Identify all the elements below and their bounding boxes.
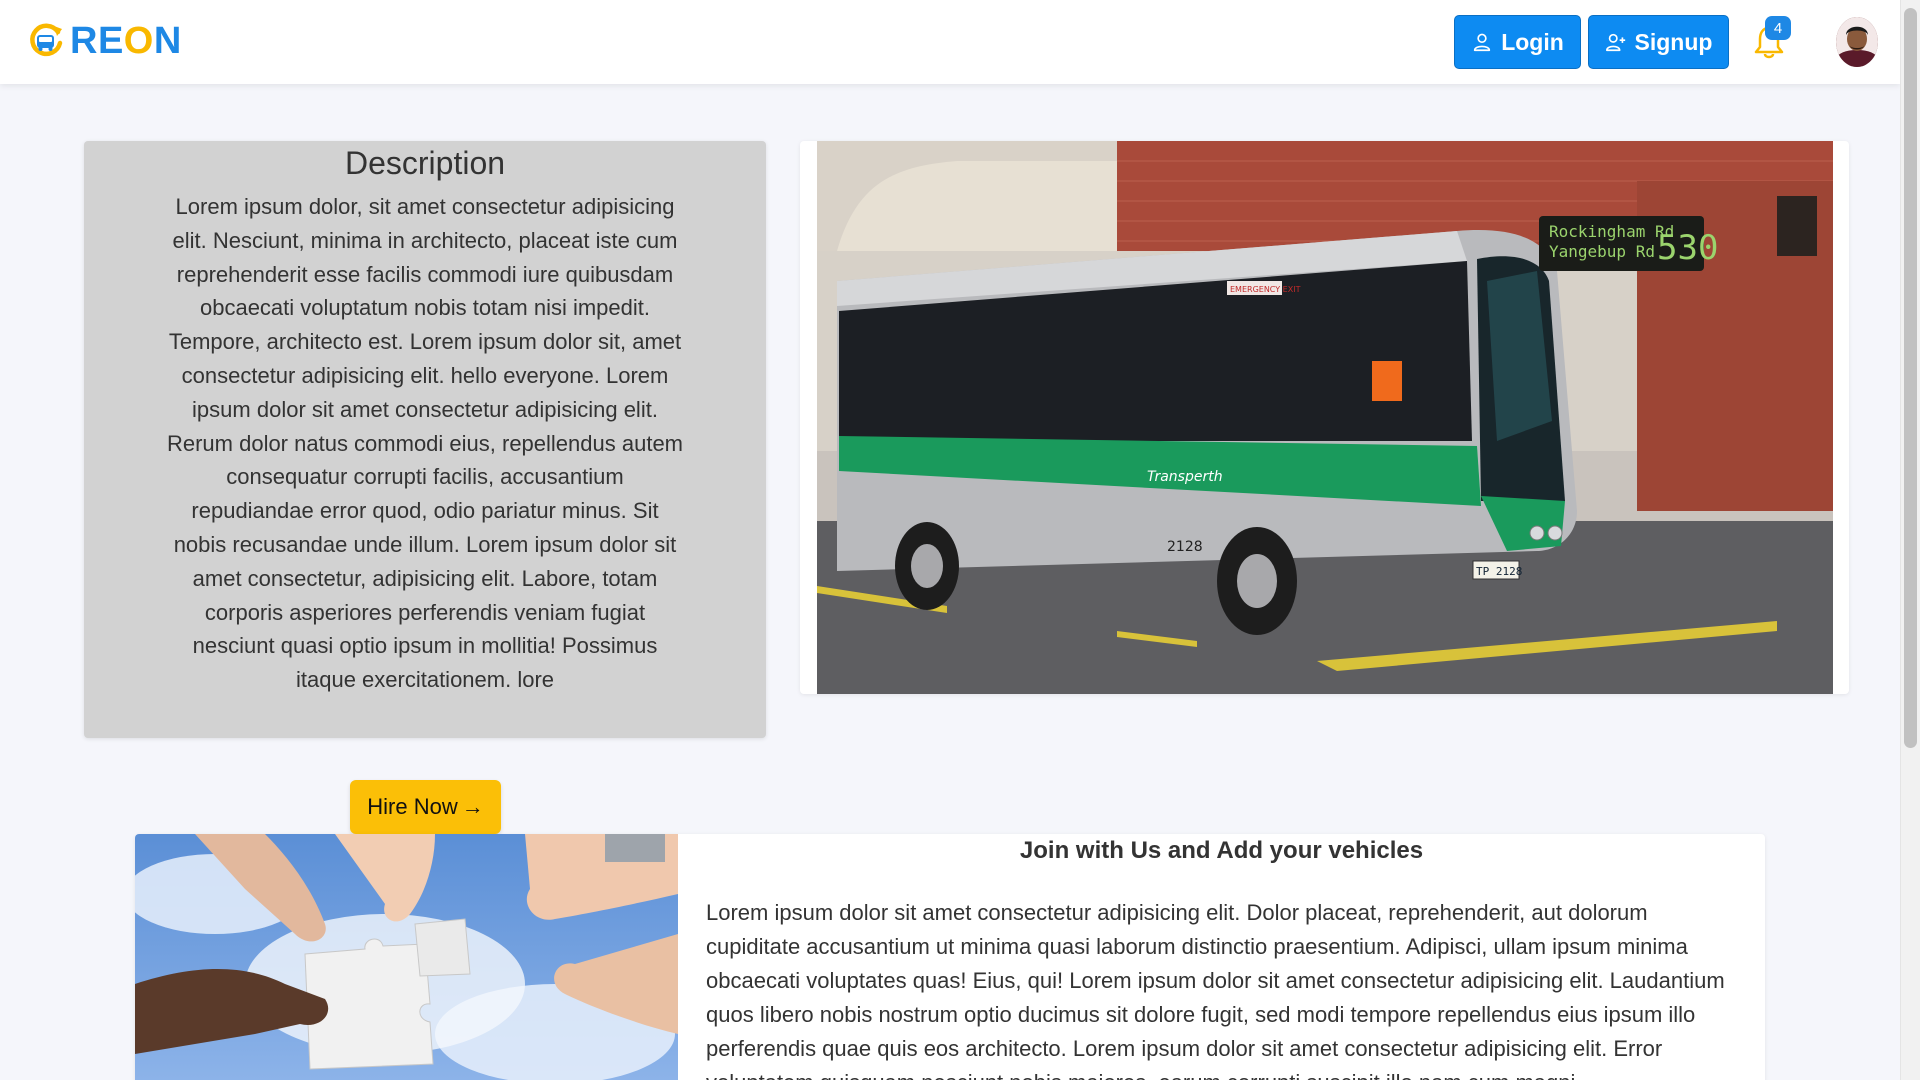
brand-logo[interactable]: REON: [28, 20, 182, 62]
hire-now-label: Hire Now: [367, 794, 458, 819]
join-card: Join with Us and Add your vehicles Lorem…: [135, 834, 1765, 1080]
bus-image-card: Rockingham Rd Yangebup Rd 530 EMERGENCY …: [800, 141, 1849, 694]
login-button[interactable]: Login: [1454, 15, 1581, 69]
bus-fleet-number: 2128: [1167, 539, 1203, 555]
teamwork-puzzle-image: [135, 834, 678, 1080]
description-text: Lorem ipsum dolor, sit amet consectetur …: [166, 194, 684, 693]
brand-name: REON: [70, 20, 182, 62]
join-title: Join with Us and Add your vehicles: [1019, 837, 1424, 864]
bus-refresh-icon: [30, 23, 63, 57]
hire-now-button[interactable]: Hire Now →: [350, 780, 501, 834]
bus-route-number: 530: [1657, 228, 1718, 268]
description-card: Description Lorem ipsum dolor, sit amet …: [84, 141, 766, 738]
user-avatar[interactable]: [1836, 17, 1878, 67]
user-icon: [1474, 33, 1491, 52]
avatar-image: [1836, 17, 1878, 67]
user-plus-icon: [1605, 33, 1625, 52]
bus-destination-line1: Rockingham Rd: [1549, 222, 1674, 241]
scrollbar-thumb[interactable]: [1904, 8, 1917, 748]
navbar: REON Login Signup 4: [0, 0, 1900, 84]
signup-button[interactable]: Signup: [1588, 15, 1729, 69]
bus-destination-line2: Yangebup Rd: [1549, 242, 1655, 261]
bus-photo: Rockingham Rd Yangebup Rd 530 EMERGENCY …: [817, 141, 1833, 694]
description-title: Description: [344, 145, 506, 181]
bus-plate: TP 2128: [1476, 565, 1522, 578]
arrow-right-icon: →: [461, 794, 484, 819]
bus-operator-label: Transperth: [1147, 469, 1223, 485]
page-scrollbar[interactable]: [1900, 0, 1920, 1080]
signup-label: Signup: [1634, 28, 1713, 55]
bus-emergency-label: EMERGENCY EXIT: [1230, 285, 1301, 294]
notification-badge: 4: [1765, 16, 1791, 40]
join-text: Lorem ipsum dolor sit amet consectetur a…: [706, 900, 1725, 1080]
login-label: Login: [1501, 28, 1564, 55]
